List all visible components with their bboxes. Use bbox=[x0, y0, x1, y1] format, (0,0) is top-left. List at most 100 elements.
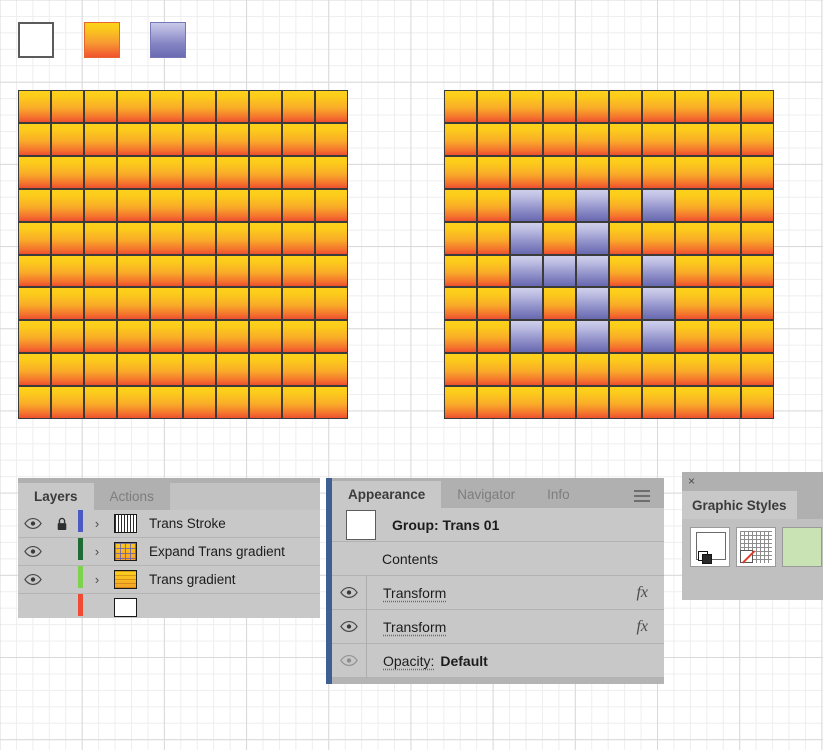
grid-cell-orange[interactable] bbox=[708, 156, 741, 189]
grid-pattern-style-thumb[interactable] bbox=[736, 527, 776, 567]
appearance-row[interactable]: Transformfx bbox=[332, 576, 664, 610]
grid-cell-orange[interactable] bbox=[642, 123, 675, 156]
tab-info[interactable]: Info bbox=[531, 481, 586, 508]
grid-cell-orange[interactable] bbox=[609, 222, 642, 255]
grid-cell-orange[interactable] bbox=[444, 255, 477, 288]
lock-toggle-icon[interactable] bbox=[48, 517, 76, 531]
grid-cell-orange[interactable] bbox=[150, 156, 183, 189]
appearance-row[interactable]: Transformfx bbox=[332, 610, 664, 644]
grid-cell-orange[interactable] bbox=[477, 255, 510, 288]
grid-cell-orange[interactable] bbox=[84, 255, 117, 288]
grid-cell-orange[interactable] bbox=[117, 222, 150, 255]
grid-cell-blue[interactable] bbox=[576, 287, 609, 320]
grid-cell-orange[interactable] bbox=[249, 156, 282, 189]
grid-cell-orange[interactable] bbox=[444, 287, 477, 320]
grid-cell-blue[interactable] bbox=[576, 255, 609, 288]
grid-cell-orange[interactable] bbox=[150, 320, 183, 353]
grid-cell-orange[interactable] bbox=[708, 90, 741, 123]
grid-cell-orange[interactable] bbox=[183, 156, 216, 189]
visibility-toggle-icon[interactable] bbox=[332, 655, 366, 666]
grid-cell-orange[interactable] bbox=[315, 123, 348, 156]
grid-cell-orange[interactable] bbox=[444, 353, 477, 386]
grid-cell-orange[interactable] bbox=[117, 90, 150, 123]
grid-cell-orange[interactable] bbox=[249, 255, 282, 288]
grid-cell-orange[interactable] bbox=[282, 353, 315, 386]
appearance-row[interactable]: Group: Trans 01 bbox=[332, 508, 664, 542]
grid-cell-orange[interactable] bbox=[18, 123, 51, 156]
grid-cell-orange[interactable] bbox=[642, 353, 675, 386]
chevron-right-icon[interactable]: › bbox=[85, 516, 109, 531]
grid-cell-blue[interactable] bbox=[510, 287, 543, 320]
grid-cell-orange[interactable] bbox=[708, 287, 741, 320]
artwork-grid-left[interactable] bbox=[18, 90, 348, 419]
grid-cell-orange[interactable] bbox=[51, 123, 84, 156]
grid-cell-orange[interactable] bbox=[543, 189, 576, 222]
grid-cell-orange[interactable] bbox=[216, 189, 249, 222]
visibility-toggle-icon[interactable] bbox=[18, 546, 48, 557]
layer-name-label[interactable]: Trans gradient bbox=[141, 572, 236, 587]
grid-cell-orange[interactable] bbox=[576, 90, 609, 123]
grid-cell-orange[interactable] bbox=[576, 353, 609, 386]
grid-cell-orange[interactable] bbox=[609, 90, 642, 123]
grid-cell-orange[interactable] bbox=[51, 222, 84, 255]
grid-cell-orange[interactable] bbox=[315, 287, 348, 320]
grid-cell-orange[interactable] bbox=[249, 320, 282, 353]
grid-cell-orange[interactable] bbox=[216, 320, 249, 353]
grid-cell-orange[interactable] bbox=[477, 386, 510, 419]
grid-cell-orange[interactable] bbox=[84, 156, 117, 189]
appearance-row-label[interactable]: Transform bbox=[367, 585, 446, 601]
grid-cell-orange[interactable] bbox=[477, 320, 510, 353]
grid-cell-orange[interactable] bbox=[510, 90, 543, 123]
grid-cell-orange[interactable] bbox=[18, 255, 51, 288]
grid-cell-orange[interactable] bbox=[315, 353, 348, 386]
grid-cell-orange[interactable] bbox=[741, 320, 774, 353]
grid-cell-orange[interactable] bbox=[216, 287, 249, 320]
grid-cell-orange[interactable] bbox=[183, 222, 216, 255]
artwork-grid-right[interactable] bbox=[444, 90, 774, 419]
grid-cell-orange[interactable] bbox=[609, 320, 642, 353]
grid-cell-orange[interactable] bbox=[18, 287, 51, 320]
appearance-row-label[interactable]: Opacity:Default bbox=[367, 653, 488, 669]
appearance-row-label[interactable]: Transform bbox=[367, 619, 446, 635]
appearance-row-link[interactable]: Transform bbox=[383, 619, 446, 635]
grid-cell-orange[interactable] bbox=[741, 386, 774, 419]
grid-cell-orange[interactable] bbox=[543, 353, 576, 386]
grid-cell-orange[interactable] bbox=[84, 189, 117, 222]
grid-cell-orange[interactable] bbox=[675, 320, 708, 353]
grid-cell-blue[interactable] bbox=[576, 222, 609, 255]
grid-cell-orange[interactable] bbox=[183, 123, 216, 156]
grid-cell-orange[interactable] bbox=[183, 255, 216, 288]
grid-cell-orange[interactable] bbox=[315, 255, 348, 288]
white-swatch[interactable] bbox=[18, 22, 54, 58]
grid-cell-orange[interactable] bbox=[249, 287, 282, 320]
grid-cell-orange[interactable] bbox=[18, 320, 51, 353]
grid-cell-orange[interactable] bbox=[150, 123, 183, 156]
grid-cell-orange[interactable] bbox=[282, 189, 315, 222]
appearance-row-link[interactable]: Transform bbox=[383, 585, 446, 601]
grid-cell-orange[interactable] bbox=[609, 255, 642, 288]
grid-cell-orange[interactable] bbox=[675, 353, 708, 386]
grid-cell-orange[interactable] bbox=[708, 123, 741, 156]
grid-cell-orange[interactable] bbox=[216, 123, 249, 156]
grid-cell-orange[interactable] bbox=[84, 222, 117, 255]
grid-cell-orange[interactable] bbox=[543, 90, 576, 123]
grid-cell-orange[interactable] bbox=[609, 156, 642, 189]
appearance-row-label[interactable]: Contents bbox=[366, 551, 438, 567]
grid-cell-orange[interactable] bbox=[642, 156, 675, 189]
grid-cell-orange[interactable] bbox=[51, 287, 84, 320]
grid-cell-orange[interactable] bbox=[315, 222, 348, 255]
grid-cell-orange[interactable] bbox=[249, 353, 282, 386]
grid-cell-orange[interactable] bbox=[249, 222, 282, 255]
grid-cell-orange[interactable] bbox=[444, 222, 477, 255]
grid-cell-orange[interactable] bbox=[150, 255, 183, 288]
appearance-row[interactable]: Contents bbox=[332, 542, 664, 576]
grid-cell-orange[interactable] bbox=[216, 255, 249, 288]
grid-cell-orange[interactable] bbox=[183, 386, 216, 419]
grid-cell-orange[interactable] bbox=[315, 320, 348, 353]
grid-cell-orange[interactable] bbox=[18, 90, 51, 123]
grid-cell-orange[interactable] bbox=[117, 320, 150, 353]
grid-cell-orange[interactable] bbox=[18, 386, 51, 419]
appearance-row[interactable]: Opacity:Default bbox=[332, 644, 664, 678]
grid-cell-orange[interactable] bbox=[282, 287, 315, 320]
grid-cell-orange[interactable] bbox=[543, 287, 576, 320]
